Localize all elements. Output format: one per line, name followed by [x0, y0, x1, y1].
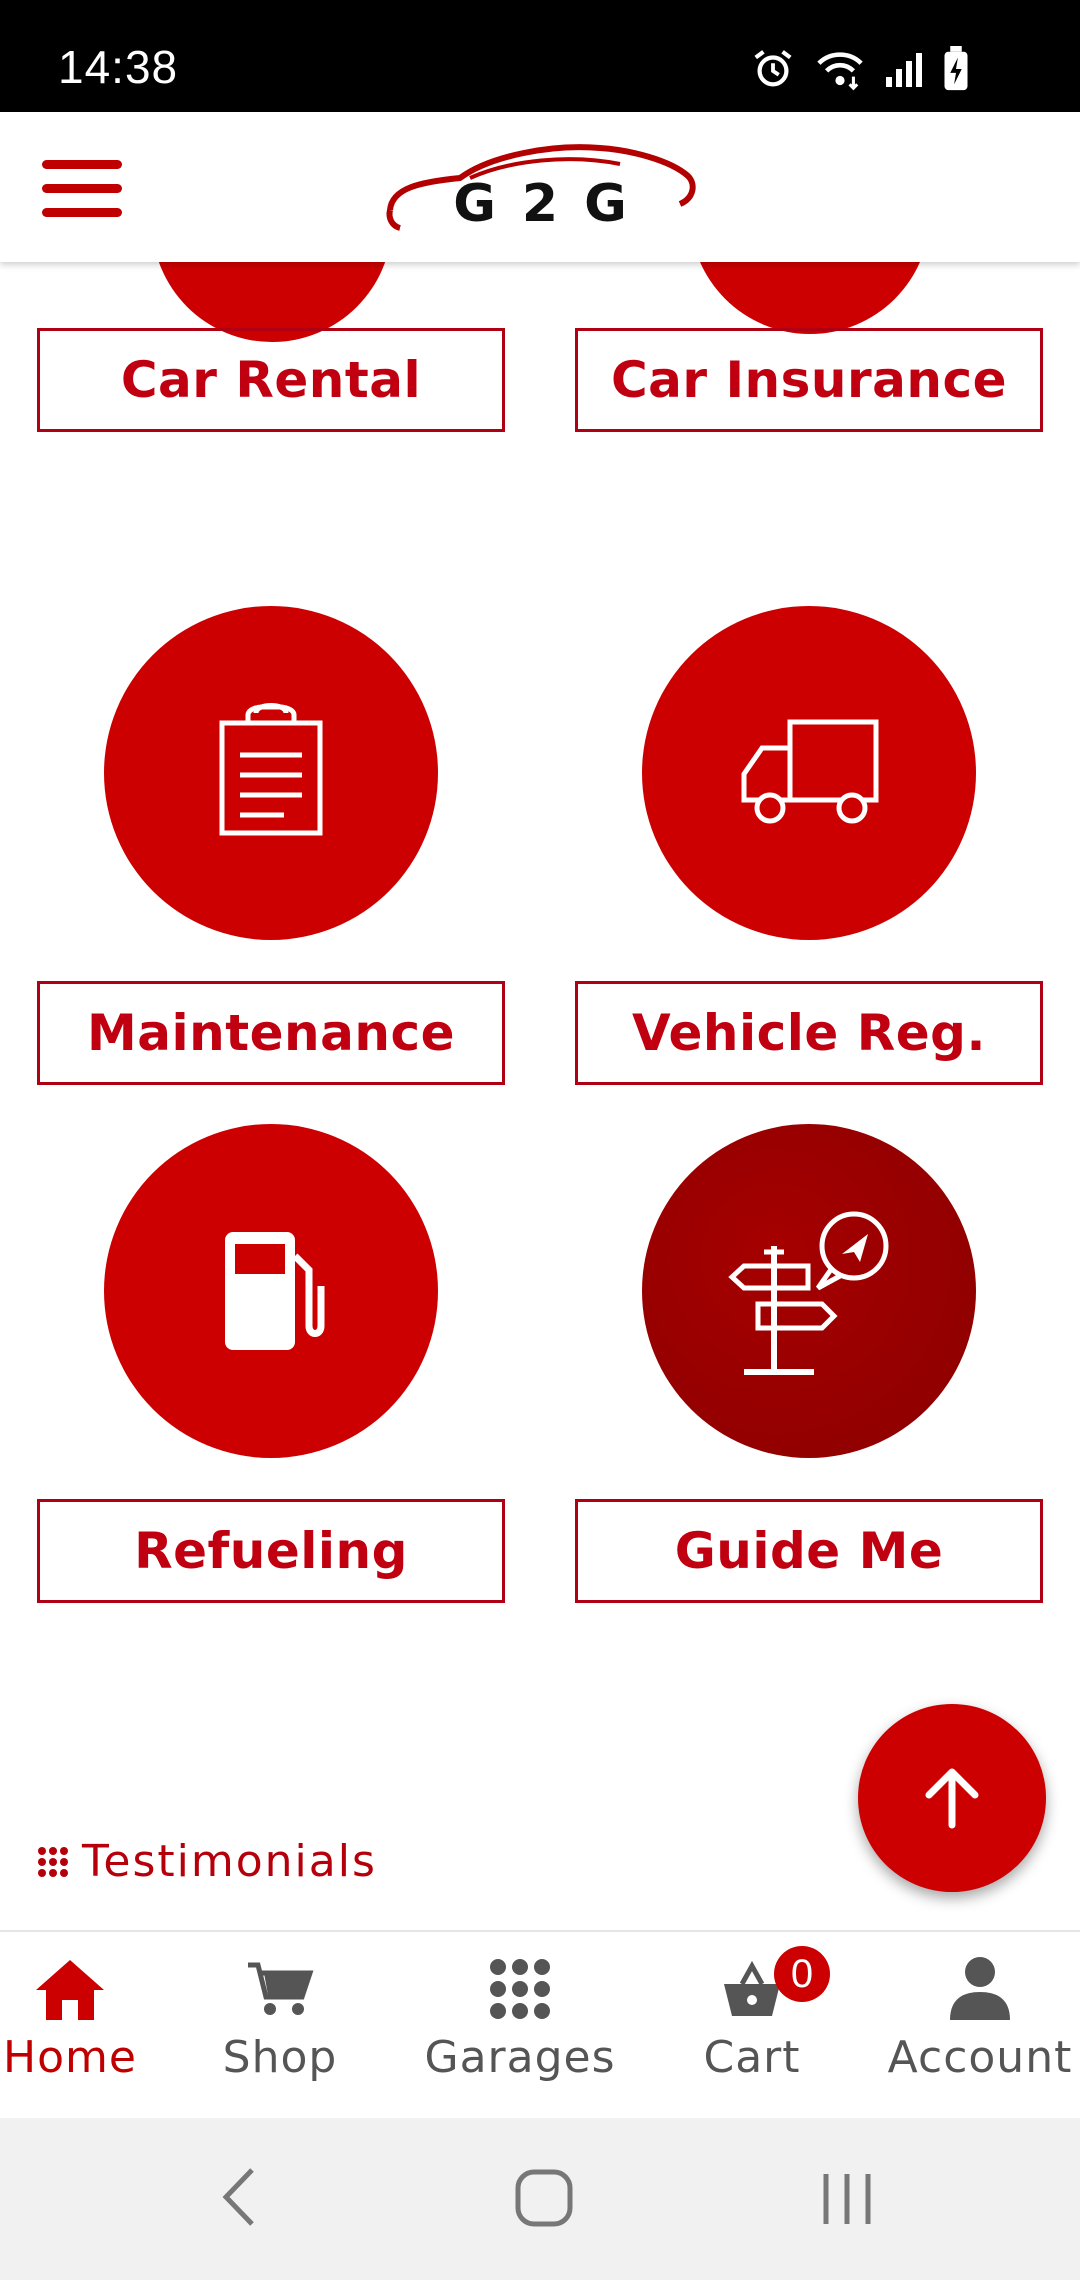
testimonials-heading: Testimonials: [36, 1836, 377, 1887]
vehicle-reg-button[interactable]: Vehicle Reg.: [575, 981, 1043, 1085]
nav-shop-label: Shop: [222, 2032, 338, 2083]
car-insurance-circle-partial[interactable]: [690, 262, 930, 334]
hamburger-menu-icon[interactable]: [42, 160, 122, 217]
arrow-up-icon: [925, 1768, 979, 1829]
status-icons: [750, 44, 970, 94]
status-time: 14:38: [58, 41, 179, 93]
basket-icon: [724, 1960, 780, 2016]
system-navigation-bar: [0, 2118, 1080, 2280]
system-recents-button[interactable]: [820, 2172, 874, 2231]
testimonials-title: Testimonials: [82, 1836, 377, 1887]
user-icon: [950, 1957, 1010, 2020]
nav-garages[interactable]: Garages: [410, 1954, 630, 2114]
guide-me-button[interactable]: Guide Me: [575, 1499, 1043, 1603]
nav-account-label: Account: [887, 2032, 1073, 2083]
nav-shop[interactable]: Shop: [210, 1954, 350, 2114]
nav-home[interactable]: Home: [0, 1954, 140, 2114]
vehicle-reg-circle[interactable]: [642, 606, 976, 940]
grid-dots-icon: [38, 1846, 68, 1877]
wifi-icon: [817, 52, 863, 91]
signal-icon: [886, 53, 922, 87]
alarm-icon: [754, 50, 792, 87]
status-bar: 14:38: [0, 0, 1080, 112]
scroll-to-top-button[interactable]: [858, 1704, 1046, 1892]
chevron-left-icon: [222, 2168, 254, 2226]
nav-garages-label: Garages: [424, 2032, 616, 2083]
car-insurance-button[interactable]: Car Insurance: [575, 328, 1043, 432]
app-header: G2G: [0, 112, 1080, 262]
services-grid: Car Rental Car Insurance Maintenance Veh…: [0, 262, 1080, 1930]
system-back-button[interactable]: [216, 2164, 260, 2235]
recents-icon: [823, 2174, 871, 2224]
system-home-button[interactable]: [514, 2168, 574, 2233]
bottom-navigation: Home Shop Garages 0 Cart Account: [0, 1930, 1080, 2118]
truck-icon: [741, 719, 879, 824]
nav-cart[interactable]: 0 Cart: [682, 1946, 830, 2114]
maintenance-circle[interactable]: [104, 606, 438, 940]
signpost-navigation-icon: [728, 1211, 889, 1375]
logo-text: G2G: [453, 174, 653, 234]
g2g-logo[interactable]: G2G: [380, 138, 700, 238]
nav-account[interactable]: Account: [880, 1954, 1080, 2114]
clipboard-icon: [219, 703, 323, 836]
nav-cart-label: Cart: [703, 2032, 801, 2083]
grid-dots-icon: [490, 1959, 550, 2019]
refueling-button[interactable]: Refueling: [37, 1499, 505, 1603]
fuel-pump-icon: [225, 1232, 325, 1350]
cart-count-badge: 0: [774, 1946, 830, 2002]
home-square-icon: [515, 2169, 573, 2227]
car-rental-button[interactable]: Car Rental: [37, 328, 505, 432]
nav-home-label: Home: [3, 2032, 137, 2083]
refueling-circle[interactable]: [104, 1124, 438, 1458]
home-icon: [36, 1960, 104, 2020]
battery-icon: [944, 46, 968, 91]
guide-me-circle[interactable]: [642, 1124, 976, 1458]
maintenance-button[interactable]: Maintenance: [37, 981, 505, 1085]
cart-icon: [248, 1962, 314, 2015]
